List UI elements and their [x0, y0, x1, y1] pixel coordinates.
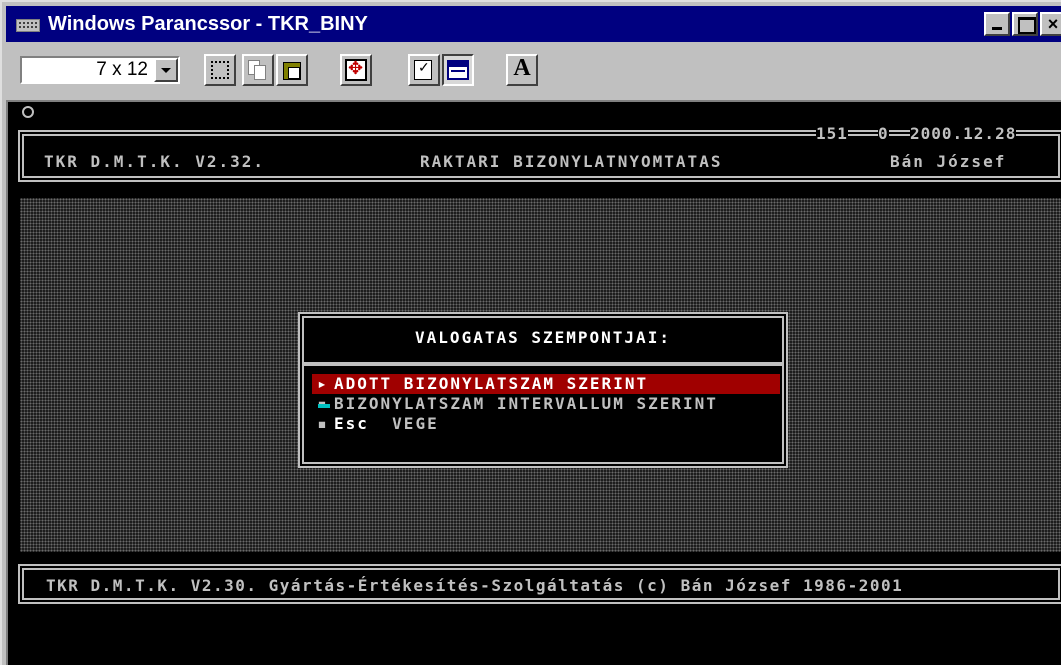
header-counter-2: 0 [878, 124, 889, 143]
footer-box: TKR D.M.T.K. V2.30. Gyártás-Értékesítés-… [18, 564, 1061, 604]
smiley-icon [22, 106, 34, 118]
header-app-name: TKR D.M.T.K. V2.32. [44, 152, 266, 171]
background-window-icon [447, 60, 469, 80]
properties-icon [414, 59, 432, 80]
properties-button[interactable] [408, 54, 440, 86]
mark-button[interactable] [204, 54, 236, 86]
toolbar: 7 x 12 A [6, 48, 1061, 98]
header-title: RAKTARI BIZONYLATNYOMTATAS [420, 152, 723, 171]
menu-title: VALOGATAS SZEMPONTJAI: [415, 328, 671, 347]
chevron-down-icon[interactable] [154, 58, 178, 82]
menu-item-label: VEGE [392, 414, 439, 433]
arrow-right-icon: ▸ [317, 374, 329, 393]
fullscreen-icon [345, 58, 367, 81]
title-bar[interactable]: Windows Parancssor - TKR_BINY × [6, 6, 1061, 42]
close-icon: × [1047, 13, 1059, 34]
font-size-value: 7 x 12 [96, 59, 148, 80]
menu-item-label: ADOTT BIZONYLATSZAM SZERINT [334, 374, 649, 393]
menu-item-hotkey: Esc [334, 414, 369, 433]
selection-menu: VALOGATAS SZEMPONTJAI: ▸ ADOTT BIZONYLATS… [298, 312, 788, 468]
bullet-icon: ▪ [317, 414, 329, 433]
menu-item-label: BIZONYLATSZAM INTERVALLUM SZERINT [334, 394, 718, 413]
menu-item-adott[interactable]: ▸ ADOTT BIZONYLATSZAM SZERINT [312, 374, 780, 394]
footer-copyright: TKR D.M.T.K. V2.30. Gyártás-Értékesítés-… [46, 576, 904, 595]
menu-divider [304, 362, 782, 366]
paste-button[interactable] [276, 54, 308, 86]
mark-icon [211, 61, 229, 79]
close-button[interactable]: × [1040, 12, 1061, 36]
maximize-button[interactable] [1012, 12, 1038, 36]
background-button[interactable] [442, 54, 474, 86]
minimize-button[interactable] [984, 12, 1010, 36]
font-icon: A [513, 55, 531, 81]
keyboard-icon[interactable] [14, 13, 42, 35]
text-cursor [318, 404, 330, 408]
header-date: 2000.12.28 [910, 124, 1017, 143]
console-area[interactable]: TKR D.M.T.K. V2.32. RAKTARI BIZONYLATNYO… [6, 100, 1061, 665]
font-size-select[interactable]: 7 x 12 [20, 56, 180, 84]
console-window: Windows Parancssor - TKR_BINY × 7 x 12 A… [0, 0, 1061, 665]
window-title: Windows Parancssor - TKR_BINY [48, 12, 368, 35]
header-user: Bán József [890, 152, 1007, 171]
copy-button[interactable] [242, 54, 274, 86]
header-counter-1: 151 [816, 124, 848, 143]
font-button[interactable]: A [506, 54, 538, 86]
window-controls: × [982, 12, 1061, 36]
fullscreen-button[interactable] [340, 54, 372, 86]
menu-item-vege[interactable]: ▪ Esc VEGE [312, 414, 780, 434]
header-box: TKR D.M.T.K. V2.32. RAKTARI BIZONYLATNYO… [16, 124, 1061, 184]
menu-item-intervallum[interactable]: ▪BIZONYLATSZAM INTERVALLUM SZERINT [312, 394, 780, 414]
